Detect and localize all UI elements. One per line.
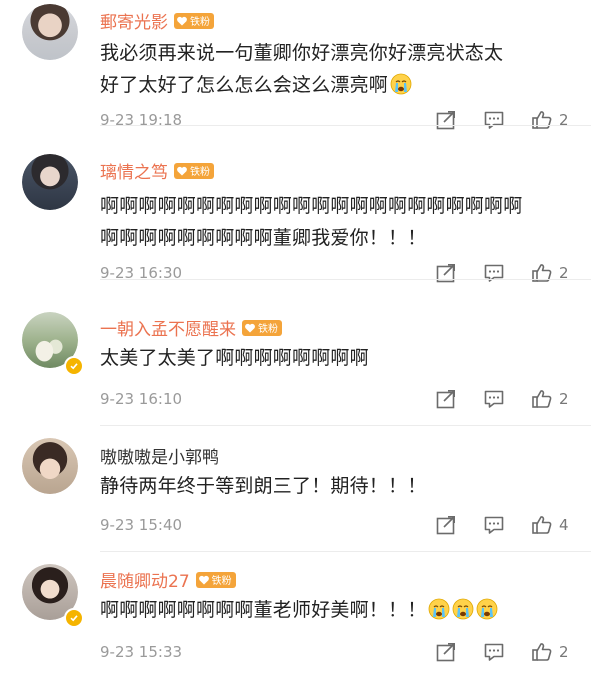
like-button[interactable]: 2 xyxy=(531,262,569,284)
share-icon xyxy=(436,390,455,409)
reply-button[interactable] xyxy=(483,641,505,663)
comment-text-line: 我必须再来说一句董卿你好漂亮你好漂亮状态太 xyxy=(100,42,504,64)
like-count: 2 xyxy=(559,111,569,129)
repost-button[interactable] xyxy=(435,514,457,536)
fan-badge: 铁粉 xyxy=(174,162,214,179)
username-row: 嗷嗷嗷是小郭鸭 xyxy=(100,443,219,468)
comment-text-line: 静待两年终于等到朗三了！期待！！！ xyxy=(100,475,427,497)
comment-meta: 9-23 16:10 2 xyxy=(100,387,569,411)
comment-icon xyxy=(484,111,504,129)
timestamp: 9-23 16:10 xyxy=(100,390,183,408)
checkmark-icon xyxy=(70,363,78,370)
fan-badge-label: 铁粉 xyxy=(190,167,210,178)
comment-meta: 9-23 15:33 2 xyxy=(100,640,569,664)
reply-button[interactable] xyxy=(483,262,505,284)
comment-icon xyxy=(484,643,504,661)
comment-icon xyxy=(484,390,504,408)
divider xyxy=(100,279,591,280)
username[interactable]: 璃情之笃 xyxy=(100,158,168,183)
comment-meta: 9-23 19:18 2 xyxy=(100,108,569,132)
reply-button[interactable] xyxy=(483,388,505,410)
comment-item: 郵寄光影 铁粉 我必须再来说一句董卿你好漂亮你好漂亮状态太 好了太好了怎么怎么会… xyxy=(0,0,591,130)
comment-icon xyxy=(484,264,504,282)
like-button[interactable]: 2 xyxy=(531,388,569,410)
reply-button[interactable] xyxy=(483,514,505,536)
crying-face-icon xyxy=(429,598,450,620)
like-count: 2 xyxy=(559,643,569,661)
thumbs-up-icon xyxy=(532,643,552,661)
reply-button[interactable] xyxy=(483,109,505,131)
like-button[interactable]: 2 xyxy=(531,641,569,663)
username-row: 一朝入孟不愿醒来 铁粉 xyxy=(100,315,282,340)
fan-badge: 铁粉 xyxy=(174,12,214,29)
heart-badge-icon xyxy=(177,16,187,25)
comment-feed: 郵寄光影 铁粉 我必须再来说一句董卿你好漂亮你好漂亮状态太 好了太好了怎么怎么会… xyxy=(0,0,591,671)
username[interactable]: 一朝入孟不愿醒来 xyxy=(100,315,236,340)
heart-badge-icon xyxy=(245,323,255,332)
comment-text: 啊啊啊啊啊啊啊啊董老师好美啊！！！ xyxy=(100,594,563,626)
crying-face-icon xyxy=(390,73,412,95)
like-count: 2 xyxy=(559,390,569,408)
username[interactable]: 嗷嗷嗷是小郭鸭 xyxy=(100,443,219,468)
comment-text: 太美了太美了啊啊啊啊啊啊啊啊 xyxy=(100,342,563,374)
thumbs-up-icon xyxy=(532,516,552,534)
fan-badge: 铁粉 xyxy=(195,571,236,588)
thumbs-up-icon xyxy=(532,390,552,408)
username-row: 璃情之笃 铁粉 xyxy=(100,158,214,183)
timestamp: 9-23 15:33 xyxy=(100,643,183,661)
like-count: 4 xyxy=(559,516,569,534)
heart-badge-icon xyxy=(198,575,209,584)
username[interactable]: 晨随卿动27 xyxy=(100,567,190,592)
repost-button[interactable] xyxy=(435,388,457,410)
comment-item: 晨随卿动27 铁粉 啊啊啊啊啊啊啊啊董老师好美啊！！！ 9-23 15:33 2 xyxy=(0,552,591,678)
comment-text-line: 啊啊啊啊啊啊啊啊啊董卿我爱你！！！ xyxy=(100,227,427,249)
comment-item: 一朝入孟不愿醒来 铁粉 太美了太美了啊啊啊啊啊啊啊啊 9-23 16:10 2 xyxy=(0,300,591,426)
like-button[interactable]: 2 xyxy=(531,109,569,131)
fan-badge-label: 铁粉 xyxy=(258,324,278,335)
comment-text-line: 太美了太美了啊啊啊啊啊啊啊啊 xyxy=(100,347,369,369)
username[interactable]: 郵寄光影 xyxy=(100,8,168,33)
thumbs-up-icon xyxy=(532,264,552,282)
checkmark-icon xyxy=(70,615,78,622)
fan-badge: 铁粉 xyxy=(242,319,282,336)
share-icon xyxy=(436,111,455,130)
username-row: 郵寄光影 铁粉 xyxy=(100,8,214,33)
divider xyxy=(100,125,591,126)
fan-badge-label: 铁粉 xyxy=(190,17,210,28)
avatar[interactable] xyxy=(22,154,78,210)
comment-icon xyxy=(484,516,504,534)
share-icon xyxy=(436,516,455,535)
comment-item: 嗷嗷嗷是小郭鸭 静待两年终于等到朗三了！期待！！！ 9-23 15:40 4 xyxy=(0,426,591,552)
verified-badge xyxy=(64,356,84,376)
thumbs-up-icon xyxy=(532,111,552,129)
comment-meta: 9-23 15:40 4 xyxy=(100,513,569,537)
comment-text: 我必须再来说一句董卿你好漂亮你好漂亮状态太 好了太好了怎么怎么会这么漂亮啊 xyxy=(100,37,563,101)
share-icon xyxy=(436,643,455,662)
username-row: 晨随卿动27 铁粉 xyxy=(100,567,236,592)
avatar[interactable] xyxy=(22,438,78,494)
repost-button[interactable] xyxy=(435,262,457,284)
comment-text: 静待两年终于等到朗三了！期待！！！ xyxy=(100,470,563,502)
fan-badge-label: 铁粉 xyxy=(211,576,232,587)
avatar[interactable] xyxy=(22,4,78,60)
crying-face-icon xyxy=(453,598,474,620)
heart-badge-icon xyxy=(177,166,187,175)
verified-badge xyxy=(64,608,84,628)
share-icon xyxy=(436,264,455,283)
repost-button[interactable] xyxy=(435,641,457,663)
crying-face-icon xyxy=(477,598,498,620)
repost-button[interactable] xyxy=(435,109,457,131)
comment-text: 啊啊啊啊啊啊啊啊啊啊啊啊啊啊啊啊啊啊啊啊啊啊 啊啊啊啊啊啊啊啊啊董卿我爱你！！！ xyxy=(100,190,563,254)
timestamp: 9-23 19:18 xyxy=(100,111,183,129)
comment-text-line: 好了太好了怎么怎么会这么漂亮啊 xyxy=(100,74,389,96)
comment-text-line: 啊啊啊啊啊啊啊啊董老师好美啊！！！ xyxy=(100,599,427,621)
comment-meta: 9-23 16:30 2 xyxy=(100,261,569,285)
comment-item: 璃情之笃 铁粉 啊啊啊啊啊啊啊啊啊啊啊啊啊啊啊啊啊啊啊啊啊啊 啊啊啊啊啊啊啊啊啊… xyxy=(0,144,591,283)
like-button[interactable]: 4 xyxy=(531,514,569,536)
comment-text-line: 啊啊啊啊啊啊啊啊啊啊啊啊啊啊啊啊啊啊啊啊啊啊 xyxy=(100,195,523,217)
timestamp: 9-23 15:40 xyxy=(100,516,183,534)
